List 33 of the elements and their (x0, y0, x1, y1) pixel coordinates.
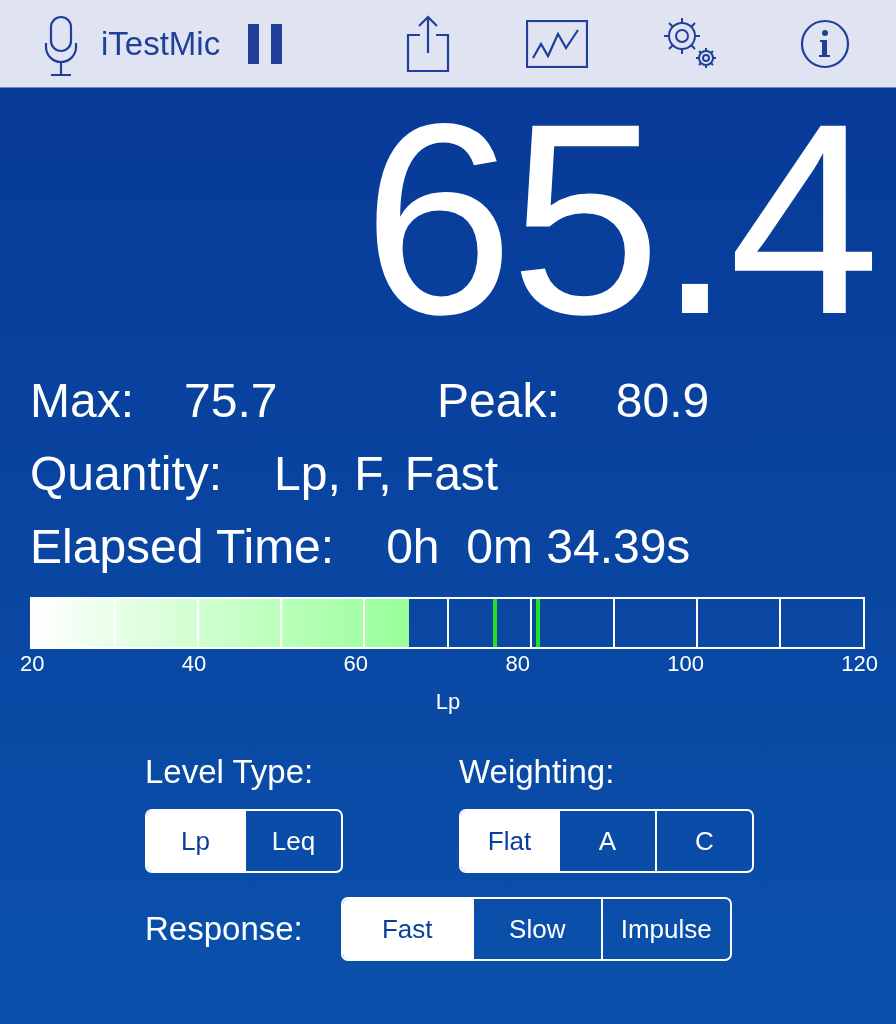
tick-label: 80 (505, 651, 530, 677)
segment-option[interactable]: Leq (244, 811, 341, 871)
stat-label: Peak: (437, 373, 560, 429)
sound-level-reading: 65.4 (361, 88, 876, 350)
segment-option[interactable]: Flat (461, 811, 558, 871)
response-label: Response: (145, 910, 303, 948)
elapsed-time-value: 0h 0m 34.39s (386, 520, 691, 573)
app-name: iTestMic (101, 24, 221, 63)
level-type-label: Level Type: (145, 753, 315, 791)
segment-option[interactable]: Impulse (600, 899, 730, 959)
tick-label: 60 (343, 651, 369, 677)
chart-icon[interactable] (526, 19, 589, 68)
stat-label: Max: (30, 373, 134, 429)
segment-option[interactable]: C (655, 811, 752, 871)
stat-value: 80.9 (615, 373, 710, 429)
stat-value: 75.7 (184, 373, 278, 429)
quantity-value: Lp, F, Fast (274, 447, 499, 500)
segment-option[interactable]: Lp (147, 811, 244, 871)
segment-option[interactable]: A (558, 811, 655, 871)
weighting-label: Weighting: (459, 753, 616, 791)
segment-option[interactable]: Slow (471, 899, 601, 959)
tick-label: 120 (841, 651, 878, 677)
info-icon[interactable] (800, 18, 851, 69)
tick-label: 40 (181, 651, 207, 677)
tick-label: 20 (20, 651, 45, 677)
microphone-icon[interactable] (43, 14, 79, 77)
quantity-label: Quantity: (30, 447, 223, 500)
segment-option[interactable]: Fast (342, 899, 472, 959)
elapsed-time-label: Elapsed Time: (30, 520, 335, 573)
tick-label: 100 (667, 651, 704, 677)
pause-button[interactable] (248, 23, 283, 64)
share-icon[interactable] (406, 14, 451, 73)
axis-label: Lp (435, 689, 461, 714)
